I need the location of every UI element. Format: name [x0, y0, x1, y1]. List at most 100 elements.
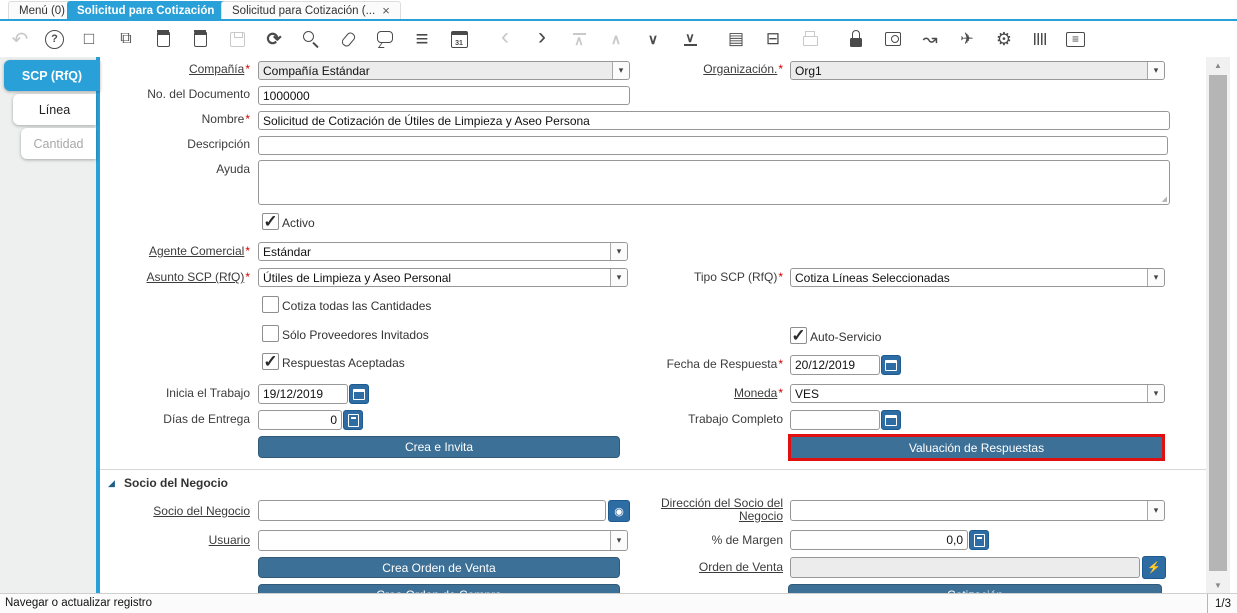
- label-dias-entrega: Días de Entrega: [100, 413, 250, 426]
- calendar-picker-button[interactable]: [349, 384, 369, 404]
- asunto-scp-field[interactable]: Útiles de Limpieza y Aseo Personal: [258, 268, 628, 287]
- label-moneda[interactable]: Moneda: [640, 387, 783, 400]
- new-record-icon[interactable]: [77, 27, 101, 51]
- archive-icon[interactable]: [761, 27, 785, 51]
- valuacion-respuestas-button[interactable]: Valuación de Respuestas: [791, 437, 1162, 458]
- preferences-icon[interactable]: [992, 27, 1016, 51]
- label-socio-negocio[interactable]: Socio del Negocio: [100, 505, 250, 518]
- label-agente-comercial[interactable]: Agente Comercial: [100, 245, 250, 258]
- label-direccion-socio[interactable]: Dirección del Socio del Negocio: [640, 497, 783, 523]
- trabajo-completo-field[interactable]: [790, 410, 880, 430]
- label-orden-venta[interactable]: Orden de Venta: [640, 561, 783, 574]
- no-documento-value: 1000000: [263, 89, 310, 103]
- refresh-icon[interactable]: [262, 27, 286, 51]
- fecha-respuesta-field[interactable]: 20/12/2019: [790, 355, 880, 375]
- product-info-icon[interactable]: [1029, 27, 1053, 51]
- delete-selection-icon[interactable]: [188, 27, 212, 51]
- calculator-button[interactable]: [969, 530, 989, 550]
- crea-orden-venta-button[interactable]: Crea Orden de Venta: [258, 557, 620, 578]
- scrollbar-thumb[interactable]: [1209, 75, 1227, 571]
- chevron-down-icon[interactable]: [641, 27, 665, 51]
- usuario-field[interactable]: [258, 530, 628, 551]
- sidebar-tab-cantidad: Cantidad: [21, 128, 96, 159]
- label-tipo-scp: Tipo SCP (RfQ): [640, 271, 783, 284]
- moneda-value: VES: [795, 387, 819, 401]
- no-documento-field[interactable]: 1000000: [258, 86, 630, 105]
- auto-servicio-checkbox[interactable]: ✓: [790, 327, 807, 344]
- sidebar-tab-linea[interactable]: Línea: [13, 94, 96, 125]
- activo-checkbox[interactable]: ✓: [262, 213, 279, 230]
- label-usuario[interactable]: Usuario: [100, 534, 250, 547]
- orden-venta-field[interactable]: [790, 557, 1140, 578]
- print-icon[interactable]: [798, 27, 822, 51]
- activo-label: Activo: [282, 216, 315, 230]
- undo-icon[interactable]: [8, 27, 32, 51]
- zoom-across-icon[interactable]: [881, 27, 905, 51]
- workflow-icon[interactable]: [918, 27, 942, 51]
- label-asunto-scp[interactable]: Asunto SCP (RfQ): [100, 271, 250, 284]
- report-icon[interactable]: [724, 27, 748, 51]
- nombre-field[interactable]: Solicitud de Cotización de Útiles de Lim…: [258, 111, 1170, 130]
- help-icon[interactable]: [45, 30, 64, 49]
- inicia-trabajo-field[interactable]: 19/12/2019: [258, 384, 348, 404]
- window-report-icon[interactable]: [1066, 32, 1085, 47]
- organizacion-field[interactable]: Org1: [790, 61, 1165, 80]
- compania-field[interactable]: Compañía Estándar: [258, 61, 630, 80]
- find-icon[interactable]: [299, 27, 323, 51]
- solo-proveedores-checkbox[interactable]: [262, 325, 279, 342]
- calculator-button[interactable]: [343, 410, 363, 430]
- grid-toggle-icon[interactable]: [410, 27, 434, 51]
- calendar-picker-button[interactable]: [881, 410, 901, 430]
- respuestas-aceptadas-label: Respuestas Aceptadas: [282, 356, 405, 370]
- previous-record-icon[interactable]: [493, 27, 517, 51]
- close-icon[interactable]: [382, 4, 390, 17]
- margen-field[interactable]: 0,0: [790, 530, 968, 550]
- agente-comercial-field[interactable]: Estándar: [258, 242, 628, 261]
- dias-entrega-field[interactable]: 0: [258, 410, 342, 430]
- zoom-document-button[interactable]: [1142, 556, 1166, 579]
- chevron-up-icon[interactable]: [604, 27, 628, 51]
- collapse-triangle-icon[interactable]: [108, 478, 115, 489]
- detail-tab-icon[interactable]: [678, 27, 702, 51]
- sidebar-tab-label: Línea: [39, 103, 70, 117]
- business-partner-info-button[interactable]: [608, 500, 630, 522]
- label-compania[interactable]: Compañía: [100, 63, 250, 76]
- save-icon[interactable]: [225, 27, 249, 51]
- socio-negocio-field[interactable]: [258, 500, 606, 521]
- tipo-scp-field[interactable]: Cotiza Líneas Seleccionadas: [790, 268, 1165, 287]
- chat-icon[interactable]: [373, 27, 397, 51]
- respuestas-aceptadas-checkbox[interactable]: ✓: [262, 353, 279, 370]
- tipo-scp-value: Cotiza Líneas Seleccionadas: [795, 271, 950, 285]
- tab-menu-label: Menú (0): [19, 5, 65, 17]
- tab-menu[interactable]: Menú (0): [8, 1, 76, 19]
- scroll-up-icon[interactable]: ▲: [1206, 57, 1230, 73]
- moneda-field[interactable]: VES: [790, 384, 1165, 403]
- status-bar: Navegar o actualizar registro 1/3: [0, 593, 1237, 613]
- ayuda-field[interactable]: [258, 160, 1170, 205]
- sidebar-tab-scp-rfq[interactable]: SCP (RfQ): [4, 60, 100, 91]
- highlight-red-box: Valuación de Respuestas: [788, 434, 1165, 461]
- record-indicator: 1/3: [1207, 594, 1237, 613]
- direccion-socio-field[interactable]: [790, 500, 1165, 521]
- resize-handle-icon[interactable]: [1162, 195, 1167, 203]
- cotiza-todas-checkbox[interactable]: [262, 296, 279, 313]
- descripcion-field[interactable]: [258, 136, 1168, 155]
- attachment-icon[interactable]: [336, 27, 360, 51]
- scroll-down-icon[interactable]: ▼: [1206, 577, 1230, 593]
- next-record-icon[interactable]: [530, 27, 554, 51]
- crea-e-invita-button[interactable]: Crea e Invita: [258, 436, 620, 458]
- lock-icon[interactable]: [844, 27, 868, 51]
- copy-record-icon[interactable]: [114, 27, 138, 51]
- label-margen: % de Margen: [640, 534, 783, 547]
- vertical-scrollbar[interactable]: ▲ ▼: [1206, 57, 1230, 593]
- solo-proveedores-label: Sólo Proveedores Invitados: [282, 328, 429, 342]
- toolbar: [0, 21, 1237, 57]
- calendar-icon[interactable]: [447, 27, 471, 51]
- send-mail-icon[interactable]: [955, 27, 979, 51]
- tab-solicitud-cotizacion-active[interactable]: Solicitud para Cotización: [67, 1, 239, 20]
- delete-record-icon[interactable]: [151, 27, 175, 51]
- label-organizacion[interactable]: Organización.: [640, 63, 783, 76]
- parent-tab-icon[interactable]: [567, 27, 591, 51]
- calendar-picker-button[interactable]: [881, 355, 901, 375]
- tab-solicitud-cotizacion-2[interactable]: Solicitud para Cotización (...: [221, 1, 401, 19]
